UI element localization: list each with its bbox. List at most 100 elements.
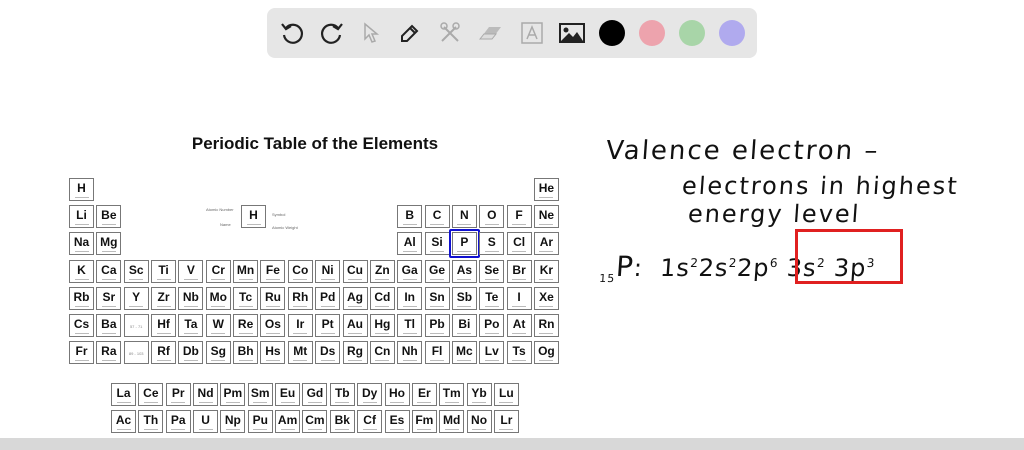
element-symbol: Mc <box>456 344 473 359</box>
element-cell-Lr: Lr <box>493 410 519 433</box>
element-cell-S: S <box>479 232 505 256</box>
element-symbol: Pt <box>321 317 334 331</box>
element-cell-Na: Na <box>69 232 94 256</box>
horizontal-scrollbar[interactable] <box>0 438 1024 450</box>
element-symbol: Bk <box>334 413 350 427</box>
element-symbol: Np <box>224 413 241 427</box>
legend-atomic-weight: Atomic Weight <box>272 225 298 230</box>
element-cell-Hs: Hs <box>260 341 286 365</box>
element-cell-Po: Po <box>479 314 505 337</box>
element-cell-B: B <box>397 205 423 229</box>
text-icon[interactable] <box>517 18 547 48</box>
element-cell-O: O <box>479 205 505 229</box>
element-cell-Rf: Rf <box>151 341 177 365</box>
element-symbol: Mo <box>209 289 227 304</box>
element-symbol: Po <box>484 317 500 331</box>
element-symbol: Ag <box>347 289 363 304</box>
config-2p: 2p6 <box>736 254 780 282</box>
element-symbol: Ne <box>538 208 555 223</box>
element-cell-Tm: Tm <box>439 383 465 406</box>
atomic-number: 15 <box>598 271 616 285</box>
legend-atomic-number: Atomic Number <box>206 207 234 212</box>
image-icon[interactable] <box>557 18 587 48</box>
select-icon[interactable] <box>356 18 386 48</box>
element-symbol: Ba <box>101 317 117 331</box>
element-symbol: Tm <box>442 386 461 400</box>
element-symbol: Cf <box>363 413 376 427</box>
element-symbol: Se <box>484 262 500 277</box>
element-symbol: Md <box>443 413 461 427</box>
element-cell-Al: Al <box>397 232 423 256</box>
element-symbol: Dy <box>361 386 378 400</box>
element-symbol: Na <box>73 235 90 250</box>
element-symbol: Bh <box>237 344 254 359</box>
element-symbol: C <box>432 208 442 223</box>
colon: : <box>632 254 644 282</box>
element-symbol: Sn <box>429 289 445 304</box>
element-symbol: Hs <box>265 344 281 359</box>
element-symbol: Ge <box>429 262 446 277</box>
element-symbol: Cl <box>513 235 526 250</box>
element-symbol: Br <box>512 262 526 277</box>
color-black[interactable] <box>599 20 625 46</box>
element-cell-He: He <box>533 178 559 201</box>
element-symbol: Nh <box>401 344 418 359</box>
element-cell-Th: Th <box>138 410 164 433</box>
element-cell-Xe: Xe <box>533 286 559 310</box>
element-cell-Au: Au <box>342 314 368 337</box>
element-cell-Mg: Mg <box>96 232 122 256</box>
element-cell-N: N <box>451 205 477 229</box>
element-cell-Ho: Ho <box>384 383 410 406</box>
color-purple[interactable] <box>719 20 745 46</box>
element-symbol: Rg <box>347 344 363 359</box>
element-symbol: U <box>201 413 210 427</box>
element-symbol: No <box>471 413 488 427</box>
element-cell-Sr: Sr <box>96 286 122 310</box>
element-symbol: Pr <box>171 386 185 400</box>
element-cell-Ne: Ne <box>533 205 559 229</box>
element-symbol: P <box>614 250 636 283</box>
element-cell-Np: Np <box>220 410 246 433</box>
color-green[interactable] <box>679 20 705 46</box>
eraser-icon[interactable] <box>475 18 505 48</box>
element-symbol: Sc <box>128 262 144 277</box>
element-symbol: Zr <box>157 289 170 304</box>
undo-icon[interactable] <box>277 18 307 48</box>
element-cell-Ce: Ce <box>138 383 164 406</box>
note-line-3: energy level <box>687 200 862 228</box>
element-cell-Zn: Zn <box>369 259 395 283</box>
element-cell-I: I <box>506 286 532 310</box>
element-symbol: Lr <box>500 413 513 427</box>
element-cell-Cn: Cn <box>369 341 395 365</box>
element-cell-Cu: Cu <box>342 259 368 283</box>
pen-icon[interactable] <box>395 18 425 48</box>
element-cell-Db: Db <box>178 341 204 365</box>
element-symbol: Ar <box>539 235 554 250</box>
redo-icon[interactable] <box>317 18 347 48</box>
element-symbol: Ir <box>296 317 305 331</box>
element-symbol: At <box>512 317 526 331</box>
element-symbol: Es <box>389 413 405 427</box>
element-symbol: Tb <box>334 386 350 400</box>
element-cell-Pm: Pm <box>220 383 246 406</box>
element-symbol: Nb <box>182 289 199 304</box>
element-symbol: Ga <box>401 262 418 277</box>
element-cell-Pa: Pa <box>165 410 191 433</box>
element-cell-Rh: Rh <box>287 286 313 310</box>
element-symbol: Cr <box>211 262 225 277</box>
element-symbol: Hg <box>374 317 391 331</box>
tools-icon[interactable] <box>435 18 465 48</box>
element-cell-Pd: Pd <box>315 286 341 310</box>
element-symbol: Yb <box>471 386 487 400</box>
element-cell-Ds: Ds <box>315 341 341 365</box>
color-pink[interactable] <box>639 20 665 46</box>
element-cell-Sb: Sb <box>451 286 477 310</box>
element-symbol: Fr <box>75 344 88 359</box>
element-symbol: Lv <box>484 344 499 359</box>
element-symbol: Ru <box>264 289 281 304</box>
element-cell-Cl: Cl <box>506 232 532 256</box>
element-symbol: Fm <box>415 413 434 427</box>
element-symbol: Sb <box>456 289 473 304</box>
element-symbol: Te <box>485 289 499 304</box>
element-cell-Es: Es <box>384 410 410 433</box>
